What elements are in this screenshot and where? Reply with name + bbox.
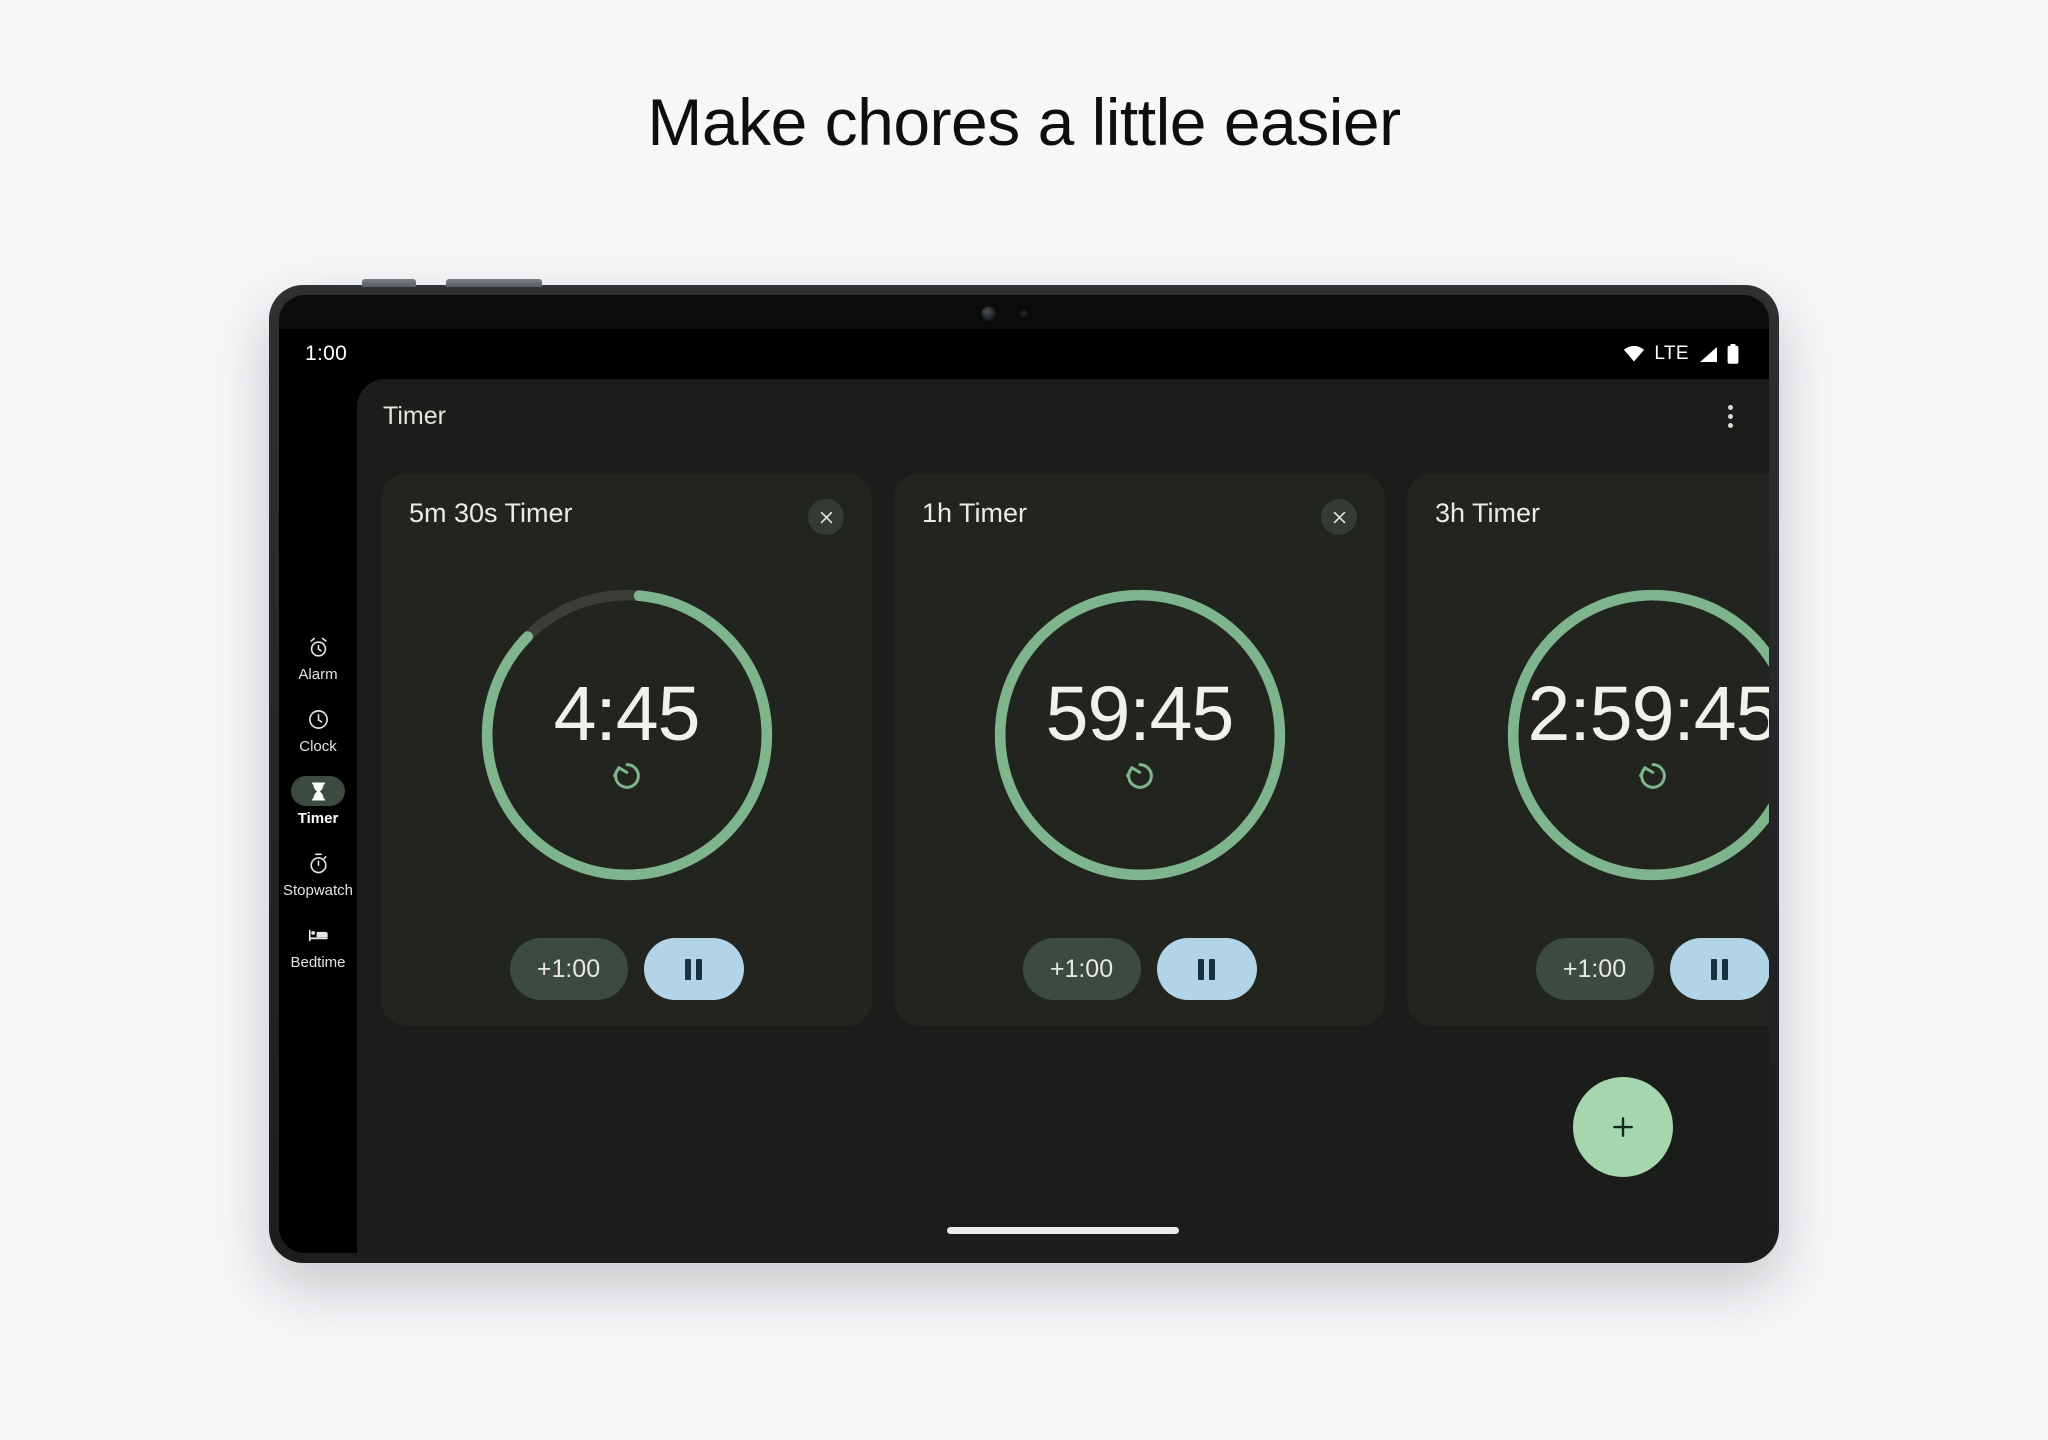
timer-app-surface: Timer 5m 30s Timer 4:45 +1:00 1h Timer 5… xyxy=(357,379,1769,1253)
clock-icon xyxy=(291,704,345,734)
timer-card-list: 5m 30s Timer 4:45 +1:00 1h Timer 59:45 +… xyxy=(357,453,1769,1207)
reset-icon[interactable] xyxy=(1123,759,1157,793)
timer-card-actions: +1:00 xyxy=(409,938,844,1000)
battery-icon xyxy=(1727,344,1739,364)
add-timer-fab[interactable] xyxy=(1573,1077,1673,1177)
sidebar-item-label: Bedtime xyxy=(290,954,346,971)
pause-icon xyxy=(685,958,702,980)
timer-title: 5m 30s Timer xyxy=(409,498,573,528)
sensor-dot-icon xyxy=(1020,310,1027,317)
sidebar-item-label: Timer xyxy=(297,810,339,827)
sidebar-item-stopwatch[interactable]: Stopwatch xyxy=(282,848,354,898)
timer-dial: 4:45 xyxy=(475,583,779,887)
add-minute-button[interactable]: +1:00 xyxy=(1022,938,1141,1000)
timer-card-header: 5m 30s Timer xyxy=(409,498,844,535)
sidebar-item-clock[interactable]: Clock xyxy=(282,704,354,754)
front-camera-icon xyxy=(982,307,995,320)
pause-icon xyxy=(1711,958,1728,980)
device-button-volume[interactable] xyxy=(362,279,416,287)
app-bar: Timer xyxy=(357,379,1769,453)
pause-icon xyxy=(1198,958,1215,980)
device-bezel-top xyxy=(279,295,1769,329)
timer-dial-wrapper: 59:45 xyxy=(922,537,1357,932)
timer-card-actions: +1:00 xyxy=(1435,938,1769,1000)
status-bar: 1:00 LTE xyxy=(279,329,1769,379)
reset-icon[interactable] xyxy=(610,759,644,793)
sidebar-item-label: Stopwatch xyxy=(282,882,354,899)
alarm-icon xyxy=(291,632,345,662)
tablet-screen-frame: 1:00 LTE Alarm Clock Timer Stopwatch Bed… xyxy=(279,295,1769,1253)
pause-button[interactable] xyxy=(1156,938,1257,1000)
timer-card-header: 1h Timer xyxy=(922,498,1357,535)
gesture-handle[interactable] xyxy=(947,1226,1179,1234)
wifi-icon xyxy=(1623,346,1645,362)
tablet-device: 1:00 LTE Alarm Clock Timer Stopwatch Bed… xyxy=(269,279,1779,1263)
pause-button[interactable] xyxy=(643,938,744,1000)
timer-dial: 2:59:45 xyxy=(1501,583,1769,887)
timer-card: 5m 30s Timer 4:45 +1:00 xyxy=(381,473,872,1026)
stopwatch-icon xyxy=(291,848,345,878)
add-minute-button[interactable]: +1:00 xyxy=(1535,938,1654,1000)
sidebar-item-label: Alarm xyxy=(298,666,338,683)
status-bar-clock: 1:00 xyxy=(305,342,348,365)
sidebar-item-bedtime[interactable]: Bedtime xyxy=(282,920,354,970)
page-title: Make chores a little easier xyxy=(647,85,1401,159)
timer-card-actions: +1:00 xyxy=(922,938,1357,1000)
add-minute-button[interactable]: +1:00 xyxy=(509,938,628,1000)
signal-icon xyxy=(1698,346,1718,363)
more-vertical-icon[interactable] xyxy=(1716,395,1745,438)
screen-body: Alarm Clock Timer Stopwatch Bedtime Time… xyxy=(279,379,1769,1253)
sidebar-item-alarm[interactable]: Alarm xyxy=(282,632,354,682)
network-type-label: LTE xyxy=(1654,343,1689,364)
timer-dial: 59:45 xyxy=(988,583,1292,887)
sidebar-item-timer[interactable]: Timer xyxy=(282,776,354,826)
gesture-navigation-bar xyxy=(357,1207,1769,1253)
status-bar-icons: LTE xyxy=(1623,343,1739,365)
timer-dial-wrapper: 2:59:45 xyxy=(1435,537,1769,932)
timer-dial-wrapper: 4:45 xyxy=(409,537,844,932)
pause-button[interactable] xyxy=(1669,938,1769,1000)
close-icon[interactable] xyxy=(1321,499,1357,535)
timer-title: 1h Timer xyxy=(922,498,1028,528)
app-bar-title: Timer xyxy=(383,401,446,430)
reset-icon[interactable] xyxy=(1636,759,1670,793)
timer-card: 1h Timer 59:45 +1:00 xyxy=(894,473,1385,1026)
timer-card-header: 3h Timer xyxy=(1435,498,1769,535)
device-button-power[interactable] xyxy=(446,279,542,287)
android-screen: 1:00 LTE Alarm Clock Timer Stopwatch Bed… xyxy=(279,329,1769,1253)
bed-icon xyxy=(291,920,345,950)
navigation-rail: Alarm Clock Timer Stopwatch Bedtime xyxy=(279,379,357,1253)
hourglass-icon xyxy=(291,776,345,806)
plus-icon xyxy=(1613,1117,1633,1137)
timer-title: 3h Timer xyxy=(1435,498,1541,528)
sidebar-item-label: Clock xyxy=(299,738,337,755)
close-icon[interactable] xyxy=(808,499,844,535)
timer-card: 3h Timer 2:59:45 +1:00 xyxy=(1407,473,1769,1026)
